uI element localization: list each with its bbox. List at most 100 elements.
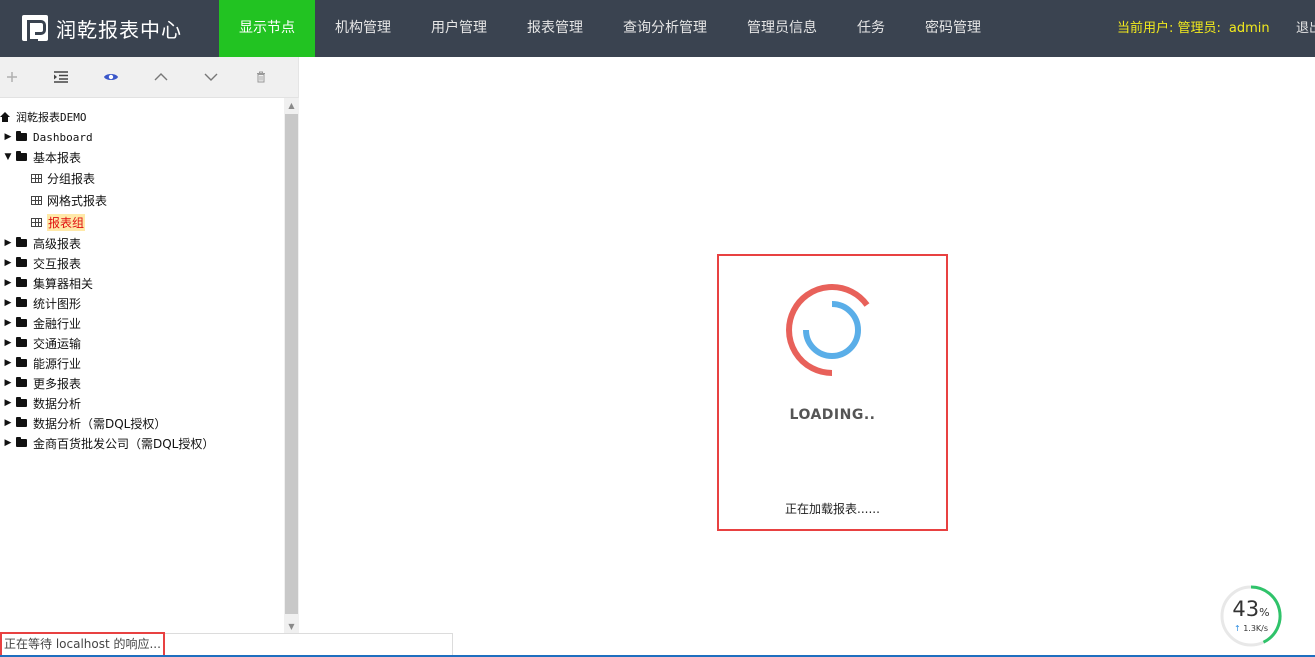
- current-user-info: 当前用户: 管理员: admin: [1117, 0, 1270, 57]
- folder-icon: [16, 277, 27, 287]
- loading-title: LOADING..: [789, 407, 876, 423]
- main-nav: 显示节点 机构管理 用户管理 报表管理 查询分析管理 管理员信息 任务 密码管理: [219, 0, 1001, 57]
- tree-scrollbar[interactable]: ▲ ▼: [284, 98, 299, 633]
- nav-item-admin-info[interactable]: 管理员信息: [727, 0, 837, 57]
- loading-box: LOADING.. 正在加载报表......: [717, 254, 948, 531]
- tree-folder-interactive-reports[interactable]: ▶ 交互报表: [3, 254, 81, 272]
- nav-item-user-management[interactable]: 用户管理: [411, 0, 507, 57]
- tree-folder-statistics-charts[interactable]: ▶ 统计图形: [3, 294, 81, 312]
- table-grid-icon: [31, 195, 42, 205]
- loading-spinner-icon: [786, 284, 870, 376]
- tree-node-label: 交通运输: [33, 336, 82, 351]
- tree-folder-basic-reports[interactable]: ▼ 基本报表: [3, 148, 81, 166]
- tree-folder-transport[interactable]: ▶ 交通运输: [3, 334, 81, 352]
- caret-right-icon[interactable]: ▶: [3, 378, 13, 388]
- status-text: 正在等待 localhost 的响应...: [0, 632, 165, 657]
- brand: 润乾报表中心: [22, 12, 182, 44]
- loading-message: 正在加载报表......: [785, 502, 880, 516]
- caret-right-icon[interactable]: ▶: [3, 278, 13, 288]
- caret-right-icon[interactable]: ▶: [3, 398, 13, 408]
- tree-node-label: 集算器相关: [33, 276, 94, 291]
- folder-icon: [16, 237, 27, 247]
- tree-folder-energy[interactable]: ▶ 能源行业: [3, 354, 81, 372]
- nav-item-password-management[interactable]: 密码管理: [905, 0, 1001, 57]
- tree-folder-advanced-reports[interactable]: ▶ 高级报表: [3, 234, 81, 252]
- upload-arrow-icon: ↑: [1233, 624, 1241, 633]
- scroll-down-icon[interactable]: ▼: [284, 619, 299, 633]
- tree-report-grid-report[interactable]: 网格式报表: [31, 191, 107, 209]
- caret-right-icon[interactable]: ▶: [3, 298, 13, 308]
- chevron-down-icon[interactable]: [199, 65, 223, 89]
- caret-right-icon[interactable]: ▶: [3, 438, 13, 448]
- tree-toolbar: [0, 57, 298, 98]
- tree-folder-more-reports[interactable]: ▶ 更多报表: [3, 374, 81, 392]
- plus-icon[interactable]: [0, 65, 24, 89]
- current-user-name: admin: [1228, 21, 1270, 36]
- folder-icon: [16, 151, 27, 161]
- folder-icon: [16, 131, 27, 141]
- app-title: 润乾报表中心: [56, 17, 182, 42]
- logout-link[interactable]: 退出: [1296, 0, 1315, 57]
- tree-folder-data-analysis[interactable]: ▶ 数据分析: [3, 394, 81, 412]
- network-speed: ↑ 1.3K/s: [1219, 624, 1283, 633]
- network-speed-value: 1.3K/s: [1243, 624, 1269, 633]
- report-tree: 润乾报表DEMO ▶ Dashboard ▼ 基本报表 分组报表 网格式报表 报…: [0, 98, 284, 633]
- tree-node-label: Dashboard: [33, 130, 93, 144]
- network-percent-value: 43: [1232, 597, 1260, 621]
- caret-right-icon[interactable]: ▶: [3, 238, 13, 248]
- folder-icon: [16, 257, 27, 267]
- folder-icon: [16, 377, 27, 387]
- tree-node-label: 统计图形: [33, 296, 82, 311]
- nav-item-report-management[interactable]: 报表管理: [507, 0, 603, 57]
- caret-right-icon[interactable]: ▶: [3, 132, 13, 142]
- nav-item-display-nodes[interactable]: 显示节点: [219, 0, 315, 57]
- folder-icon: [16, 357, 27, 367]
- runqian-logo-icon: [22, 15, 48, 42]
- tree-node-label: 基本报表: [33, 150, 82, 165]
- caret-down-icon[interactable]: ▼: [3, 152, 13, 162]
- tree-node-label: 数据分析: [33, 396, 82, 411]
- folder-icon: [16, 437, 27, 447]
- tree-node-label: 网格式报表: [47, 193, 108, 208]
- tree-node-label: 数据分析（需DQL授权）: [33, 416, 167, 431]
- tree-report-report-group[interactable]: 报表组: [31, 213, 86, 231]
- tree-node-label: 高级报表: [33, 236, 82, 251]
- home-icon: [0, 112, 11, 122]
- nav-item-query-analysis-management[interactable]: 查询分析管理: [603, 0, 727, 57]
- nav-item-tasks[interactable]: 任务: [837, 0, 905, 57]
- tree-node-label: 能源行业: [33, 356, 82, 371]
- tree-node-label: 金商百货批发公司（需DQL授权）: [33, 436, 215, 451]
- tree-folder-data-analysis-dql[interactable]: ▶ 数据分析（需DQL授权）: [3, 414, 167, 432]
- tree-folder-dashboard[interactable]: ▶ Dashboard: [3, 128, 93, 146]
- top-navigation-bar: 润乾报表中心 显示节点 机构管理 用户管理 报表管理 查询分析管理 管理员信息 …: [0, 0, 1315, 57]
- scrollbar-thumb[interactable]: [285, 114, 298, 614]
- caret-right-icon[interactable]: ▶: [3, 338, 13, 348]
- network-speed-widget[interactable]: 43% ↑ 1.3K/s: [1219, 584, 1283, 648]
- folder-icon: [16, 297, 27, 307]
- eye-icon[interactable]: [99, 65, 123, 89]
- caret-right-icon[interactable]: ▶: [3, 258, 13, 268]
- folder-icon: [16, 317, 27, 327]
- table-grid-icon: [31, 173, 42, 183]
- caret-right-icon[interactable]: ▶: [3, 358, 13, 368]
- table-grid-icon: [31, 217, 42, 227]
- tree-root-label: 润乾报表DEMO: [16, 111, 87, 124]
- indent-list-icon[interactable]: [49, 65, 73, 89]
- tree-folder-calculator[interactable]: ▶ 集算器相关: [3, 274, 93, 292]
- caret-right-icon[interactable]: ▶: [3, 418, 13, 428]
- tree-report-group-report[interactable]: 分组报表: [31, 169, 95, 187]
- trash-icon[interactable]: [249, 65, 273, 89]
- folder-icon: [16, 417, 27, 427]
- tree-node-label: 分组报表: [47, 171, 96, 186]
- tree-folder-jinshang-dql[interactable]: ▶ 金商百货批发公司（需DQL授权）: [3, 434, 215, 452]
- scroll-up-icon[interactable]: ▲: [284, 98, 299, 112]
- current-user-label: 当前用户: 管理员:: [1117, 21, 1221, 36]
- caret-right-icon[interactable]: ▶: [3, 318, 13, 328]
- nav-item-org-management[interactable]: 机构管理: [315, 0, 411, 57]
- folder-icon: [16, 397, 27, 407]
- chevron-up-icon[interactable]: [149, 65, 173, 89]
- tree-folder-finance[interactable]: ▶ 金融行业: [3, 314, 81, 332]
- browser-status-bar: 正在等待 localhost 的响应...: [0, 632, 453, 657]
- tree-root[interactable]: 润乾报表DEMO: [0, 108, 87, 126]
- tree-node-label-selected: 报表组: [47, 213, 86, 231]
